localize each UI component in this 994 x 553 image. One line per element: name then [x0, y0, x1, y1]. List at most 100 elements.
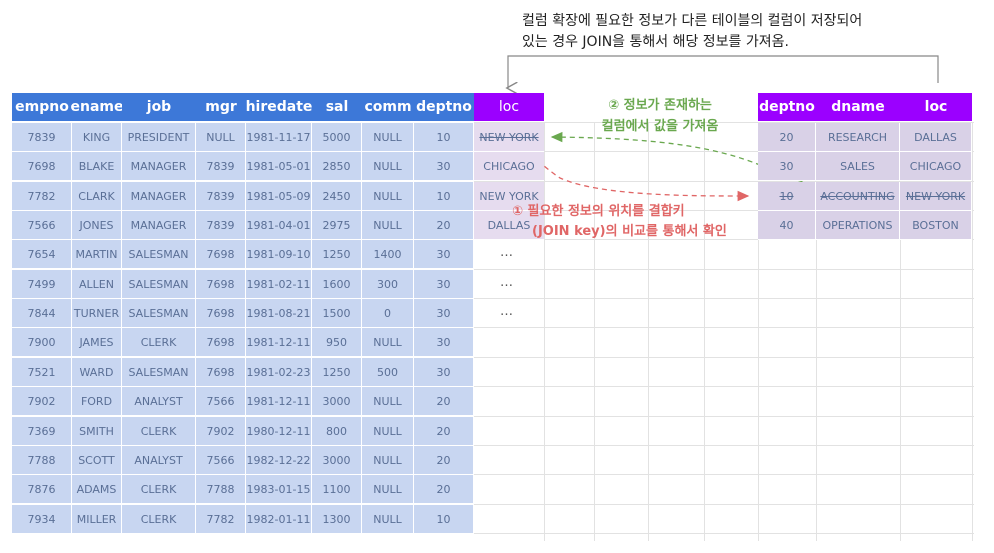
emp-cell: SCOTT	[72, 446, 122, 475]
dept-cell: RESEARCH	[816, 123, 900, 152]
dept-cell: CHICAGO	[900, 152, 972, 181]
emp-cell: 30	[414, 358, 474, 387]
green-annotation-line-1: ② 정보가 존재하는	[608, 98, 712, 113]
emp-cell: 1982-12-22	[246, 446, 312, 475]
emp-cell: 7839	[196, 182, 246, 211]
emp-cell: 3000	[312, 446, 362, 475]
emp-cell: 7654	[12, 240, 72, 269]
emp-cell: SALESMAN	[122, 270, 196, 299]
dept-cell: ACCOUNTING	[816, 182, 900, 211]
emp-cell: 1981-11-17	[246, 123, 312, 152]
emp-cell: MANAGER	[122, 211, 196, 240]
emp-cell: CLARK	[72, 182, 122, 211]
emp-cell: WARD	[72, 358, 122, 387]
emp-cell: 30	[414, 270, 474, 299]
emp-cell: CLERK	[122, 417, 196, 446]
dept-cell: BOSTON	[900, 211, 972, 240]
emp-cell: SMITH	[72, 417, 122, 446]
emp-cell: 2450	[312, 182, 362, 211]
emp-cell: 0	[362, 299, 414, 328]
emp-cell: MANAGER	[122, 152, 196, 181]
emp-cell: 1981-02-23	[246, 358, 312, 387]
emp-cell: 20	[414, 475, 474, 504]
emp-cell: 30	[414, 152, 474, 181]
emp-cell: NULL	[362, 475, 414, 504]
dept-cell: 40	[758, 211, 816, 240]
emp-header-sal: sal	[312, 93, 362, 121]
emp-header-hiredate: hiredate	[246, 93, 312, 121]
emp-cell: 1981-05-01	[246, 152, 312, 181]
emp-cell: PRESIDENT	[122, 123, 196, 152]
emp-cell: 800	[312, 417, 362, 446]
emp-cell: 7900	[12, 328, 72, 357]
emp-cell: 10	[414, 182, 474, 211]
emp-cell: NULL	[196, 123, 246, 152]
emp-cell: 1983-01-15	[246, 475, 312, 504]
emp-cell: 30	[414, 299, 474, 328]
emp-cell: NULL	[362, 123, 414, 152]
emp-cell: 30	[414, 328, 474, 357]
emp-cell: 7782	[12, 182, 72, 211]
emp-cell: 20	[414, 446, 474, 475]
red-annotation-line-1: ① 필요한 정보의 위치를 결합키	[512, 204, 685, 219]
red-annotation: ① 필요한 정보의 위치를 결합키 (JOIN key)의 비교를 통해서 확인	[512, 202, 727, 242]
green-annotation-line-2: 컬럼에서 값을 가져옴	[601, 119, 719, 134]
emp-cell: 1981-09-10	[246, 240, 312, 269]
emp-cell: CLERK	[122, 475, 196, 504]
emp-cell: 1981-08-21	[246, 299, 312, 328]
emp-cell: 1981-05-09	[246, 182, 312, 211]
emp-cell: 1250	[312, 240, 362, 269]
emp-cell: 3000	[312, 387, 362, 416]
dept-header-loc: loc	[900, 93, 972, 121]
emp-cell: 1250	[312, 358, 362, 387]
emp-cell: 7788	[12, 446, 72, 475]
dept-cell: 20	[758, 123, 816, 152]
caption-bracket-arrow	[508, 55, 939, 88]
emp-cell: 30	[414, 240, 474, 269]
ellipsis-mark: …	[500, 304, 513, 319]
emp-cell: 1600	[312, 270, 362, 299]
emp-cell: 20	[414, 211, 474, 240]
emp-cell: 20	[414, 417, 474, 446]
emp-cell: 7698	[196, 240, 246, 269]
emp-cell: SALESMAN	[122, 299, 196, 328]
dept-header-dname: dname	[816, 93, 900, 121]
emp-cell: 7698	[196, 328, 246, 357]
emp-cell: JONES	[72, 211, 122, 240]
emp-cell: ANALYST	[122, 446, 196, 475]
emp-cell: 1100	[312, 475, 362, 504]
emp-cell: 7902	[196, 417, 246, 446]
emp-cell: 10	[414, 123, 474, 152]
emp-cell: MARTIN	[72, 240, 122, 269]
emp-cell: 10	[414, 505, 474, 534]
ellipsis-mark: …	[500, 275, 513, 290]
emp-cell: 7369	[12, 417, 72, 446]
emp-cell: CLERK	[122, 505, 196, 534]
emp-cell: 1982-01-11	[246, 505, 312, 534]
emp-header-comm: comm	[362, 93, 414, 121]
emp-cell: 300	[362, 270, 414, 299]
emp-cell: CLERK	[122, 328, 196, 357]
emp-cell: 7566	[196, 446, 246, 475]
emp-cell: 7839	[12, 123, 72, 152]
emp-cell: 7566	[196, 387, 246, 416]
emp-cell: MILLER	[72, 505, 122, 534]
emp-cell: SALESMAN	[122, 240, 196, 269]
emp-cell: 7839	[196, 211, 246, 240]
emp-header-empno: empno	[12, 93, 72, 121]
emp-cell: FORD	[72, 387, 122, 416]
red-annotation-line-2: (JOIN key)의 비교를 통해서 확인	[532, 224, 727, 239]
emp-cell: 20	[414, 387, 474, 416]
emp-cell: 1981-04-01	[246, 211, 312, 240]
emp-cell: 1400	[362, 240, 414, 269]
emp-cell: 1981-02-11	[246, 270, 312, 299]
emp-cell: 7698	[196, 299, 246, 328]
emp-cell: NULL	[362, 387, 414, 416]
emp-cell: 7844	[12, 299, 72, 328]
dept-header-deptno: deptno	[758, 93, 816, 121]
dept-cell: DALLAS	[900, 123, 972, 152]
ellipsis-mark: …	[500, 245, 513, 260]
emp-cell: 7566	[12, 211, 72, 240]
emp-cell: NULL	[362, 417, 414, 446]
emp-cell: KING	[72, 123, 122, 152]
